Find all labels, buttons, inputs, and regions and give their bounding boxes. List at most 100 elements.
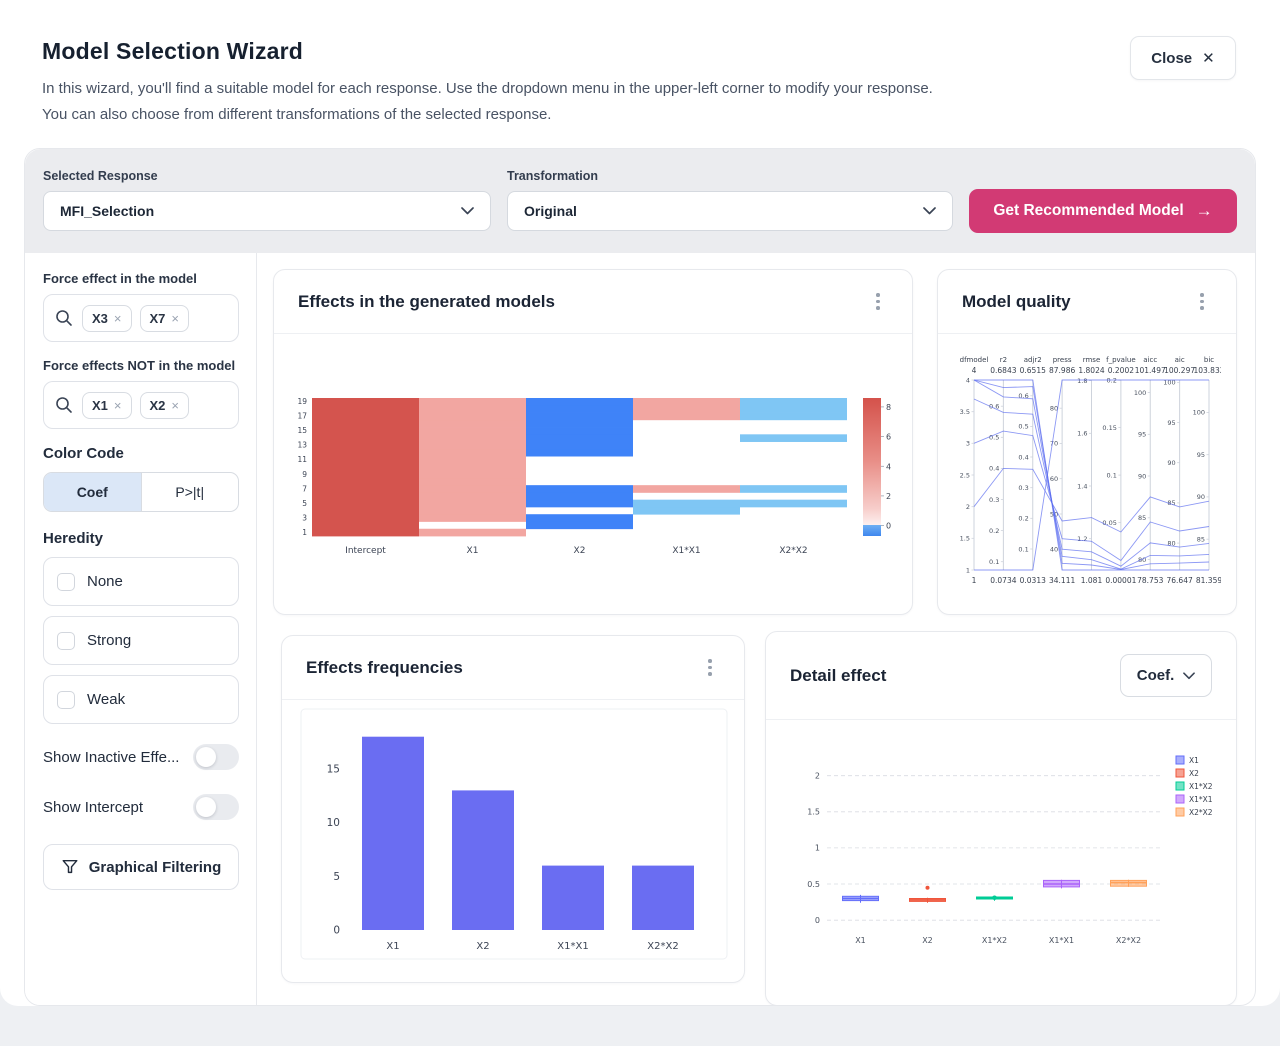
close-button[interactable]: Close ✕	[1130, 36, 1236, 80]
svg-text:dfmodel: dfmodel	[960, 356, 989, 364]
show-inactive-effects-toggle[interactable]	[193, 744, 239, 770]
svg-text:2.5: 2.5	[960, 471, 970, 479]
heredity-option-label: Strong	[87, 632, 131, 649]
force-in-input[interactable]: X3× X7 ×	[43, 294, 239, 342]
svg-text:15: 15	[297, 426, 307, 435]
svg-text:aicc: aicc	[1143, 356, 1157, 364]
svg-text:0: 0	[886, 522, 891, 531]
svg-text:0.6515: 0.6515	[1020, 366, 1046, 375]
wizard-panel: Selected Response MFI_Selection Transfor…	[24, 148, 1256, 1006]
selected-response-value: MFI_Selection	[60, 203, 154, 219]
chip-label: X1	[92, 398, 108, 413]
kebab-menu-icon[interactable]	[700, 655, 720, 681]
chip-label: X7	[150, 311, 166, 326]
svg-text:X2: X2	[922, 936, 933, 945]
svg-text:1: 1	[302, 528, 307, 537]
get-recommended-model-button[interactable]: Get Recommended Model →	[969, 189, 1237, 233]
checkbox-icon[interactable]	[57, 691, 75, 709]
get-recommended-model-label: Get Recommended Model	[993, 202, 1183, 220]
selected-response-dropdown[interactable]: MFI_Selection	[43, 191, 491, 231]
transformation-dropdown[interactable]: Original	[507, 191, 953, 231]
svg-text:7: 7	[302, 484, 307, 493]
svg-text:15: 15	[327, 763, 340, 775]
svg-text:rmse: rmse	[1083, 356, 1101, 364]
effects-models-title: Effects in the generated models	[298, 292, 555, 312]
arrow-right-icon: →	[1196, 201, 1213, 221]
svg-text:0.6: 0.6	[1018, 392, 1028, 400]
svg-text:0: 0	[333, 925, 340, 937]
svg-text:X1*X1: X1*X1	[1189, 795, 1213, 804]
svg-text:80: 80	[1138, 556, 1146, 564]
heredity-option-weak[interactable]: Weak	[43, 675, 239, 724]
heredity-option-none[interactable]: None	[43, 557, 239, 606]
svg-text:100: 100	[1134, 389, 1146, 397]
chip-remove-icon[interactable]: ×	[171, 311, 179, 326]
svg-text:r2: r2	[1000, 356, 1007, 364]
svg-text:4: 4	[972, 366, 977, 375]
checkbox-icon[interactable]	[57, 573, 75, 591]
chip-x2[interactable]: X2×	[140, 392, 190, 419]
svg-text:1.4: 1.4	[1077, 482, 1087, 490]
detail-effect-metric-dropdown[interactable]: Coef.	[1120, 654, 1212, 697]
svg-text:Intercept: Intercept	[345, 546, 386, 556]
transformation-value: Original	[524, 203, 577, 219]
svg-text:0.0313: 0.0313	[1020, 576, 1046, 585]
effects-heatmap-chart[interactable]: 135791113151719InterceptX1X2X1*X1X2*X286…	[282, 394, 894, 571]
svg-text:aic: aic	[1175, 356, 1185, 364]
force-out-input[interactable]: X1×X2×	[43, 381, 239, 429]
kebab-menu-icon[interactable]	[1192, 289, 1212, 315]
chip-remove-icon[interactable]: ×	[114, 311, 122, 326]
chip-x1[interactable]: X1 ×	[82, 392, 132, 419]
detail-effect-chart[interactable]: 00.511.52X1X2X1*X2X1*X1X2*X2X1X2X1*X2X1*…	[792, 746, 1232, 956]
color-code-label: Color Code	[43, 445, 238, 462]
heredity-options: None Strong Weak	[43, 557, 238, 724]
svg-text:85: 85	[1197, 536, 1205, 544]
svg-text:2: 2	[886, 492, 891, 501]
chip-remove-icon[interactable]: ×	[171, 398, 179, 413]
color-code-option-pt[interactable]: P>|t|	[141, 473, 239, 511]
svg-text:60: 60	[1050, 475, 1058, 483]
model-quality-chart[interactable]: dfmodel4143.532.521.51r20.68430.07340.60…	[956, 352, 1221, 597]
show-intercept-toggle[interactable]	[193, 794, 239, 820]
effects-frequencies-title: Effects frequencies	[306, 658, 463, 678]
svg-text:10: 10	[327, 817, 340, 829]
chevron-down-icon	[923, 207, 936, 215]
svg-text:0.3: 0.3	[989, 496, 999, 504]
page-description-line2: You can also choose from different trans…	[42, 102, 933, 128]
heredity-option-strong[interactable]: Strong	[43, 616, 239, 665]
model-quality-card: Model quality dfmodel4143.532.521.51r20.…	[937, 269, 1237, 615]
chip-x7[interactable]: X7 ×	[140, 305, 190, 332]
force-out-label: Force effects NOT in the model	[43, 358, 238, 373]
page-title: Model Selection Wizard	[42, 38, 303, 65]
effects-frequencies-card: Effects frequencies 051015X1X2X1*X1X2*X2	[281, 635, 745, 983]
chip-x3[interactable]: X3×	[82, 305, 132, 332]
svg-text:X2: X2	[1189, 769, 1199, 778]
heredity-option-label: None	[87, 573, 123, 590]
svg-text:4: 4	[966, 376, 970, 384]
graphical-filtering-button[interactable]: Graphical Filtering	[43, 844, 239, 890]
svg-text:1.6: 1.6	[1077, 430, 1087, 438]
svg-text:100: 100	[1193, 409, 1205, 417]
chip-remove-icon[interactable]: ×	[114, 398, 122, 413]
selected-response-label: Selected Response	[43, 169, 158, 183]
svg-text:2: 2	[966, 503, 970, 511]
svg-text:0.15: 0.15	[1102, 424, 1116, 432]
svg-text:X1: X1	[467, 546, 479, 556]
svg-text:X1: X1	[1189, 756, 1199, 765]
svg-text:4: 4	[886, 462, 891, 471]
svg-text:70: 70	[1050, 440, 1058, 448]
svg-text:X1*X2: X1*X2	[982, 936, 1007, 945]
color-code-option-coef[interactable]: Coef	[44, 473, 141, 511]
svg-text:101.497: 101.497	[1135, 366, 1166, 375]
svg-text:X1*X2: X1*X2	[1189, 782, 1213, 791]
svg-text:1: 1	[815, 844, 820, 853]
svg-text:5: 5	[333, 871, 340, 883]
graphical-filtering-label: Graphical Filtering	[89, 859, 222, 876]
effects-frequencies-chart[interactable]: 051015X1X2X1*X1X2*X2	[300, 708, 728, 971]
svg-text:1: 1	[966, 566, 970, 574]
svg-text:X1*X1: X1*X1	[672, 546, 700, 556]
svg-text:X2: X2	[574, 546, 586, 556]
svg-text:1.5: 1.5	[960, 535, 970, 543]
checkbox-icon[interactable]	[57, 632, 75, 650]
kebab-menu-icon[interactable]	[868, 289, 888, 315]
